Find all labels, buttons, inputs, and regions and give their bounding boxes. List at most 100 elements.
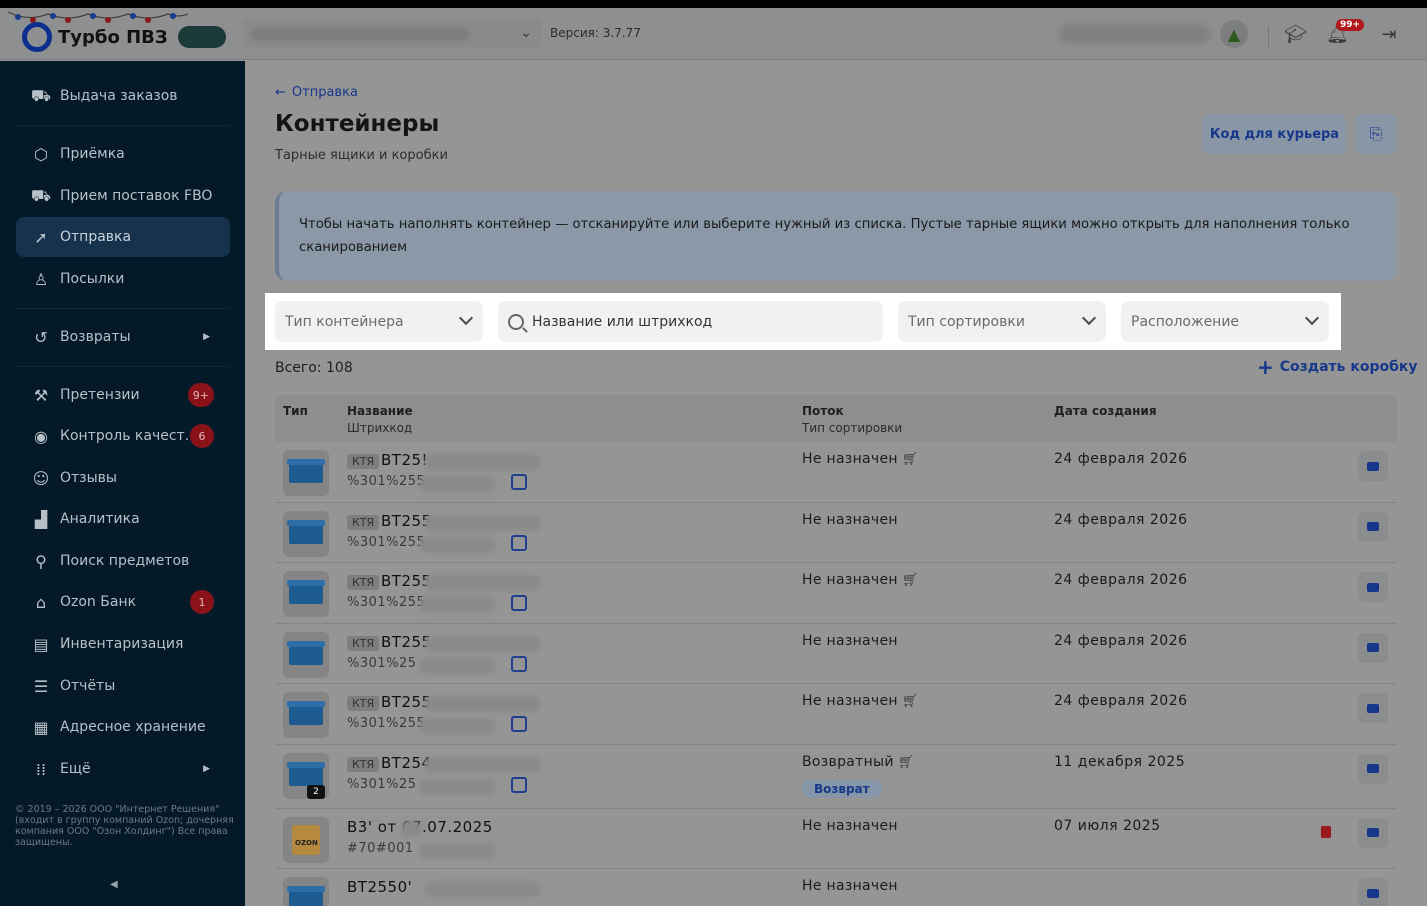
clipboard-icon: ▤ bbox=[33, 634, 49, 654]
barcode-text: #70#001 bbox=[347, 840, 414, 856]
copyright: © 2019 – 2026 ООО "Интернет Решения" (вх… bbox=[15, 804, 234, 848]
table-header: Тип Название Штрихкод Поток Тип сортировки… bbox=[275, 395, 1397, 442]
container-thumbnail bbox=[283, 631, 329, 678]
container-tag: КТЯ bbox=[347, 635, 380, 651]
search-icon bbox=[508, 313, 524, 330]
container-tag: КТЯ bbox=[347, 575, 380, 590]
graduation-cap-icon[interactable]: 🎓︎ bbox=[1284, 24, 1307, 46]
notification-badge: 99+ bbox=[1336, 19, 1365, 31]
location-select[interactable]: Расположение bbox=[1121, 301, 1329, 342]
sidebar-item-analytics[interactable]: ▟ Аналитика bbox=[16, 499, 230, 539]
sidebar-item-handover[interactable]: ⛟ Выдача заказов bbox=[16, 76, 230, 116]
trash-icon[interactable] bbox=[1321, 825, 1331, 838]
logo-ring-icon bbox=[22, 22, 52, 52]
print-button[interactable] bbox=[1358, 511, 1388, 542]
send-icon: ➚ bbox=[34, 227, 48, 247]
sidebar-item-fbo[interactable]: ⛟ Прием поставок FBO bbox=[16, 176, 230, 216]
sidebar-item-more[interactable]: ⁞⁞ Ещё ▶ bbox=[16, 749, 230, 789]
print-button[interactable] bbox=[1358, 632, 1388, 663]
scan-barcode-icon[interactable] bbox=[511, 534, 527, 551]
sidebar-item-inventory[interactable]: ▤ Инвентаризация bbox=[16, 624, 230, 664]
table-row[interactable]: КТЯ BT25! %301%255 Не назначен 🛒︎ 24 февраля … bbox=[275, 442, 1397, 503]
scan-document-icon: ⎘ bbox=[1369, 124, 1383, 143]
sidebar-item-label: Приёмка bbox=[60, 146, 125, 162]
sidebar-item-quality[interactable]: ◉ Контроль качест... 6 bbox=[16, 416, 230, 456]
count-badge: 2 bbox=[307, 784, 325, 799]
sidebar-item-claims[interactable]: ⚒ Претензии 9+ bbox=[16, 375, 230, 415]
container-name: BT255 bbox=[381, 572, 432, 590]
sidebar-item-reports[interactable]: ☰ Отчёты bbox=[16, 666, 230, 706]
scan-barcode-icon[interactable] bbox=[511, 595, 527, 611]
sidebar-item-receiving[interactable]: ⬡ Приёмка bbox=[16, 134, 230, 174]
create-box-button[interactable]: + Создать коробку bbox=[1257, 357, 1418, 377]
sidebar-item-label: Адресное хранение bbox=[60, 719, 206, 735]
container-name: BT254 bbox=[381, 753, 432, 772]
container-name: BT25! bbox=[381, 451, 429, 469]
table-row[interactable]: КТЯ BT255 %301%25 Не назначен 24 февраля 202… bbox=[275, 624, 1397, 684]
table-row[interactable]: BT2550' Не назначен bbox=[275, 869, 1397, 906]
scan-button[interactable]: ⎘ bbox=[1355, 114, 1397, 154]
back-link[interactable]: ← Отправка bbox=[275, 85, 358, 100]
logout-icon[interactable]: ⇥ bbox=[1378, 24, 1400, 46]
search-placeholder: Название или штрихкод bbox=[532, 313, 713, 330]
container-box-icon bbox=[287, 640, 325, 665]
report-icon: ☰ bbox=[33, 676, 49, 696]
container-type-select[interactable]: Тип контейнера bbox=[275, 301, 483, 342]
cart-icon: 🛒︎ bbox=[901, 573, 919, 588]
printer-icon bbox=[1367, 461, 1379, 471]
collapse-sidebar-icon[interactable]: ◀ bbox=[110, 879, 118, 890]
sidebar-item-storage[interactable]: ▦ Адресное хранение bbox=[16, 707, 230, 747]
sidebar-item-label: Отзывы bbox=[60, 470, 117, 486]
table-row[interactable]: КТЯ BT255 %301%255 Не назначен 🛒︎ 24 февраля … bbox=[275, 563, 1397, 624]
print-button[interactable] bbox=[1358, 753, 1388, 784]
chevron-down-icon: ⌄ bbox=[520, 25, 532, 41]
courier-code-button[interactable]: Код для курьера bbox=[1202, 114, 1347, 154]
redacted-text bbox=[425, 635, 540, 652]
version-label: Версия: 3.7.77 bbox=[550, 26, 641, 40]
sidebar-item-label: Посылки bbox=[60, 271, 125, 287]
flow-text: Не назначен 🛒︎ bbox=[802, 451, 919, 467]
barcode-text: %301%255 bbox=[347, 595, 426, 610]
page-title: Контейнеры bbox=[275, 111, 440, 137]
app-logo[interactable]: Турбо ПВЗ bbox=[22, 22, 226, 52]
chevron-down-icon bbox=[1304, 310, 1320, 326]
redacted-text bbox=[420, 657, 495, 674]
store-select[interactable]: ⌄ bbox=[242, 19, 542, 49]
scan-barcode-icon[interactable] bbox=[511, 716, 527, 732]
table-row[interactable]: 2 КТЯ BT254 %301%25 Возвратный 🛒︎ Возврат 11 де… bbox=[275, 745, 1397, 809]
print-button[interactable] bbox=[1358, 878, 1388, 906]
search-input[interactable]: Название или штрихкод bbox=[498, 301, 883, 342]
scan-barcode-icon[interactable] bbox=[511, 776, 527, 793]
truck-icon: ⛟ bbox=[30, 185, 52, 205]
table-row[interactable]: КТЯ BT255 %301%255 Не назначен 24 февраля 20… bbox=[275, 503, 1397, 563]
table-row[interactable]: OZON B3' от 07.07.2025 #70#001 Не назначен 0… bbox=[275, 809, 1397, 869]
scan-barcode-icon[interactable] bbox=[511, 474, 527, 490]
container-tag: КТЯ bbox=[347, 756, 380, 772]
sidebar-item-ozon-bank[interactable]: ⌂ Ozon Банк 1 bbox=[16, 582, 230, 622]
print-button[interactable] bbox=[1358, 693, 1388, 723]
printer-icon bbox=[1367, 703, 1379, 713]
sidebar-item-item-search[interactable]: ⚲ Поиск предметов bbox=[16, 541, 230, 581]
main-content: ← Отправка Контейнеры Тарные ящики и кор… bbox=[245, 61, 1427, 906]
redacted-text bbox=[401, 820, 421, 837]
container-thumbnail bbox=[283, 510, 329, 557]
status-badge: Возврат bbox=[802, 779, 882, 798]
header-divider bbox=[1268, 26, 1269, 48]
print-button[interactable] bbox=[1358, 572, 1388, 602]
table-row[interactable]: КТЯ BT255 %301%255 Не назначен 🛒︎ 24 февраля … bbox=[275, 684, 1397, 745]
created-date: 07 июля 2025 bbox=[1054, 817, 1161, 834]
search-icon: ⚲ bbox=[35, 551, 47, 571]
flow-text: Не назначен 🛒︎ bbox=[802, 572, 919, 588]
sort-type-select[interactable]: Тип сортировки bbox=[898, 301, 1106, 342]
avatar[interactable]: ▲ bbox=[1220, 20, 1248, 48]
scan-barcode-icon[interactable] bbox=[511, 655, 527, 672]
sidebar-item-parcels[interactable]: ♙ Посылки bbox=[16, 259, 230, 299]
print-button[interactable] bbox=[1358, 451, 1388, 481]
logo-pill bbox=[177, 26, 226, 48]
printer-icon bbox=[1367, 643, 1379, 652]
sidebar-item-label: Ещё bbox=[60, 761, 91, 777]
print-button[interactable] bbox=[1358, 817, 1388, 848]
sidebar-item-reviews[interactable]: ☺ Отзывы bbox=[16, 458, 230, 498]
sidebar-item-returns[interactable]: ↺ Возвраты ▶ bbox=[16, 317, 230, 357]
sidebar-item-shipping[interactable]: ➚ Отправка bbox=[16, 217, 230, 257]
